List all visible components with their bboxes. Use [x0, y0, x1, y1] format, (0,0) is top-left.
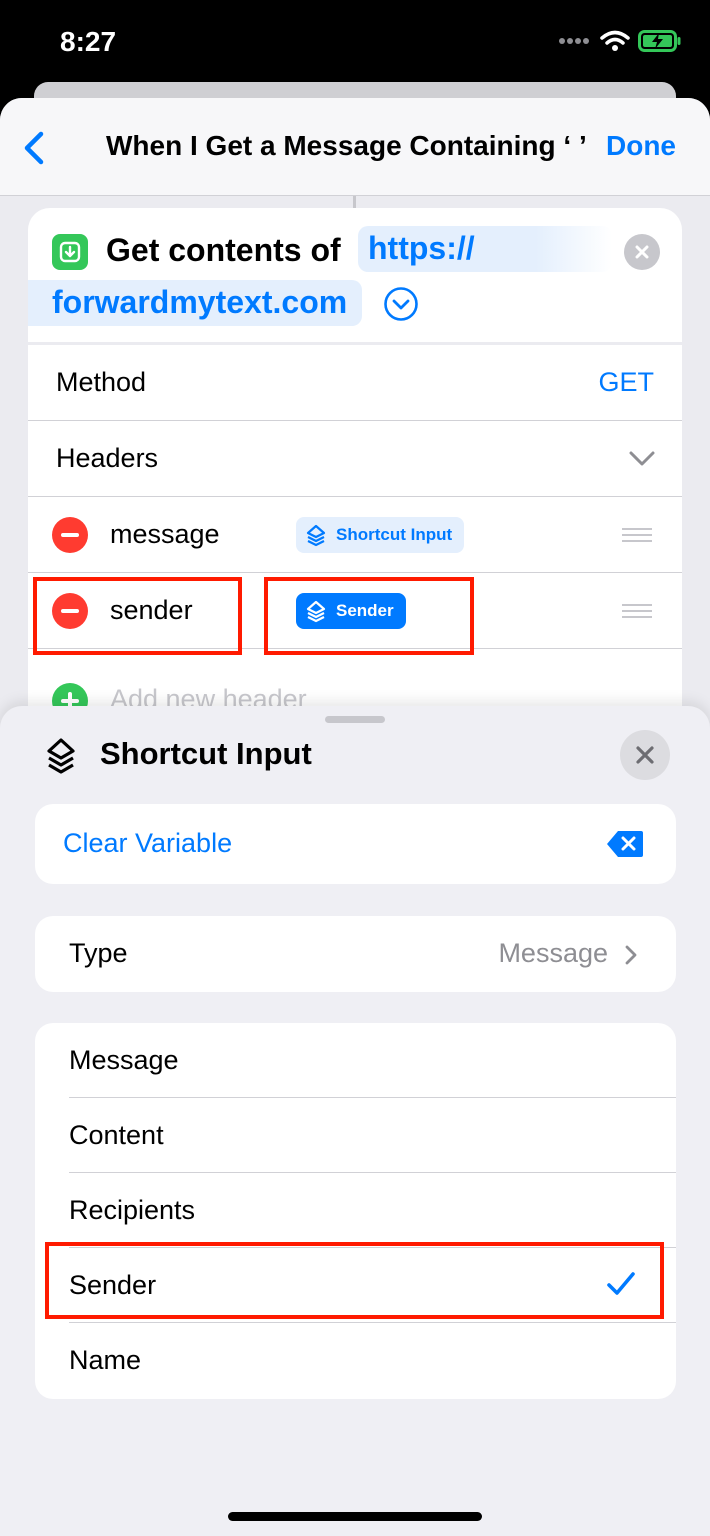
get-contents-icon	[52, 234, 88, 270]
done-button[interactable]: Done	[606, 130, 676, 162]
header-key[interactable]: message	[110, 519, 220, 550]
status-time: 8:27	[60, 26, 117, 57]
list-item[interactable]: Recipients	[35, 1173, 676, 1248]
drag-handle-icon[interactable]	[622, 604, 652, 618]
delete-backward-icon[interactable]	[606, 830, 644, 858]
property-list: Message Content Recipients Sender Name	[35, 1023, 676, 1399]
option-label[interactable]: Message	[69, 1045, 179, 1076]
highlight-sender-key	[33, 577, 242, 655]
remove-header-button[interactable]	[52, 517, 88, 553]
battery-icon	[638, 30, 681, 52]
list-item[interactable]: Content	[35, 1098, 676, 1173]
status-bar: 8:27	[0, 0, 710, 90]
sheet-grabber[interactable]	[325, 716, 385, 723]
option-label[interactable]: Content	[69, 1120, 164, 1151]
url-token[interactable]: https://	[358, 226, 612, 272]
chevron-down-icon[interactable]	[628, 447, 656, 469]
close-icon[interactable]	[620, 730, 670, 780]
option-label[interactable]: Name	[69, 1345, 141, 1376]
method-row[interactable]: Method GET	[28, 345, 682, 421]
expand-icon[interactable]	[383, 286, 419, 322]
clear-variable-label[interactable]: Clear Variable	[63, 828, 232, 859]
shortcut-input-icon	[47, 738, 75, 774]
type-value[interactable]: Message	[498, 938, 608, 969]
sheet-title: Shortcut Input	[100, 736, 312, 771]
chevron-right-icon[interactable]	[624, 944, 638, 966]
headers-label: Headers	[56, 443, 159, 473]
headers-row[interactable]: Headers	[28, 421, 682, 497]
status-icons	[558, 30, 682, 52]
token-label: Shortcut Input	[336, 525, 453, 544]
list-item[interactable]: Name	[35, 1323, 676, 1398]
header-row-message: message Shortcut Input	[28, 497, 682, 573]
drag-handle-icon[interactable]	[622, 528, 652, 542]
url-token-continued[interactable]: forwardmytext.com	[28, 280, 362, 326]
variable-sheet: Shortcut Input Clear Variable Type Messa…	[0, 706, 710, 1536]
page-title: When I Get a Message Containing ‘ ’	[106, 130, 587, 161]
clear-variable-button[interactable]: Clear Variable	[35, 804, 676, 884]
signal-icon	[559, 38, 589, 44]
back-chevron-icon[interactable]	[20, 128, 50, 168]
wifi-icon	[600, 30, 630, 51]
shortcut-input-icon	[306, 524, 326, 547]
list-item[interactable]: Message	[35, 1023, 676, 1098]
shortcut-input-token[interactable]: Shortcut Input	[296, 517, 465, 553]
highlight-sender-option	[45, 1242, 664, 1319]
option-label[interactable]: Recipients	[69, 1195, 195, 1226]
method-label: Method	[56, 367, 147, 397]
type-label: Type	[69, 938, 128, 968]
home-indicator[interactable]	[228, 1512, 482, 1521]
action-label: Get contents of	[106, 232, 341, 268]
method-value[interactable]: GET	[598, 367, 654, 398]
clear-icon[interactable]	[624, 234, 660, 270]
navigation-bar: When I Get a Message Containing ‘ ’ Done	[0, 98, 710, 196]
action-connector	[353, 196, 356, 208]
highlight-sender-token	[264, 577, 474, 655]
type-row[interactable]: Type Message	[35, 916, 676, 992]
